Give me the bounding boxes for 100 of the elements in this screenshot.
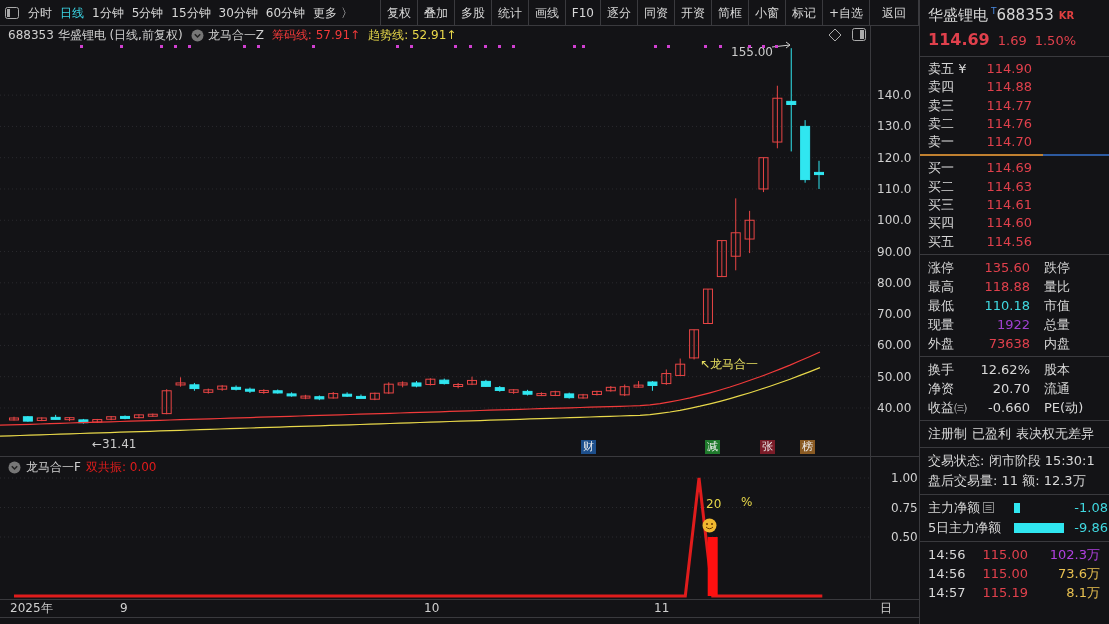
candle (397, 380, 408, 388)
indicator-value: 双共振: 0.00 (85, 459, 157, 476)
list-icon[interactable] (983, 502, 994, 514)
axis-label: 140.0 (877, 88, 912, 103)
dropdown-icon[interactable] (8, 461, 21, 474)
order-price: 114.88 (985, 78, 1032, 97)
indicator-name: 龙马合一Z (207, 26, 264, 44)
candle (133, 413, 144, 419)
panel-icon[interactable] (852, 28, 866, 41)
signal-bar (707, 537, 718, 596)
panel-toggle-icon[interactable] (5, 6, 19, 19)
order-price: 114.76 (985, 114, 1032, 133)
toolbar-button[interactable]: +自选 (821, 0, 869, 25)
stat-value: 1922 (995, 315, 1030, 334)
toolbar-button[interactable]: 小窗 (747, 0, 785, 25)
order-price: 114.61 (985, 196, 1032, 215)
candle (147, 413, 158, 418)
period-tab[interactable]: 日线 (56, 0, 88, 25)
axis-label: 0.50 (891, 530, 918, 544)
toolbar-button[interactable]: 叠加 (416, 0, 454, 25)
period-tab[interactable]: 60分钟 (261, 0, 310, 25)
stat-value: 135.60 (983, 258, 1030, 277)
toolbar-button[interactable]: 统计 (490, 0, 528, 25)
stat-label: 市值 (1044, 296, 1071, 315)
toolbar-button[interactable]: F10 (564, 0, 600, 25)
event-marker[interactable]: 张 (760, 440, 775, 454)
candle (772, 85, 783, 149)
stock-name: 华盛锂电 (928, 5, 988, 25)
price-label: ←31.41 (92, 437, 137, 451)
tick-time: 14:56 (928, 564, 964, 583)
stat-label: 股本 (1044, 360, 1071, 379)
stat-label: 现量 (928, 315, 955, 334)
candle (675, 358, 686, 377)
candle (536, 391, 547, 397)
axis-label: 110.0 (877, 181, 912, 196)
candle (744, 210, 755, 254)
more-menu[interactable]: 更多 〉 (309, 0, 357, 25)
toolbar-button[interactable]: 返回 (869, 0, 919, 25)
stat-label: 外盘 (928, 334, 955, 353)
period-tab[interactable]: 15分钟 (167, 0, 215, 25)
candle (439, 378, 450, 385)
candle (383, 381, 394, 395)
event-marker[interactable]: 减 (705, 440, 720, 454)
tick-time: 14:57 (928, 583, 964, 602)
period-tab[interactable]: 5分钟 (127, 0, 168, 25)
candle (258, 388, 269, 395)
dropdown-icon[interactable] (190, 28, 204, 42)
period-tab[interactable]: 1分钟 (88, 0, 128, 25)
stat-label: 流通 (1044, 379, 1071, 398)
toolbar-button[interactable]: 逐分 (599, 0, 637, 25)
toolbar-button[interactable]: 开资 (673, 0, 711, 25)
axis-label: 70.00 (877, 307, 912, 322)
axis-label: 日 (880, 601, 892, 616)
axis-label: 0.75 (891, 500, 918, 515)
toolbar-button[interactable]: 简框 (710, 0, 748, 25)
axis-label: 130.0 (877, 119, 912, 134)
period-tab[interactable]: 分时 (24, 0, 56, 25)
candle (702, 288, 713, 324)
toolbar-button[interactable]: 多股 (453, 0, 491, 25)
toolbar-button[interactable]: 画线 (527, 0, 565, 25)
tick-price: 115.00 (981, 545, 1028, 564)
order-label: 卖一 (928, 134, 954, 150)
order-label: 卖四 (928, 79, 954, 95)
tick-time: 14:56 (928, 545, 964, 564)
candle (814, 160, 824, 190)
arrow-icon (771, 41, 791, 49)
tick-price: 115.19 (981, 583, 1028, 602)
signal-label: ↖龙马合一 (700, 356, 759, 373)
status-text: 交易状态: 闭市阶段 15:30:1 (928, 451, 1096, 470)
candle (189, 382, 200, 392)
flow-value: -1.08 (1073, 498, 1108, 517)
flow-label: 5日主力净额 (928, 518, 1002, 537)
axis-label: 100.0 (877, 213, 912, 228)
price-percent: 1.50% (1034, 33, 1076, 48)
tick-price: 115.00 (981, 564, 1028, 583)
candle (36, 416, 47, 422)
event-marker[interactable]: 财 (581, 440, 596, 454)
candle (106, 415, 117, 421)
candle (633, 380, 644, 389)
tick-volume: 102.3万 (1048, 545, 1100, 564)
toolbar-button[interactable]: 同资 (636, 0, 674, 25)
stat-value: 118.88 (983, 277, 1030, 296)
candle (550, 390, 561, 397)
candle (286, 391, 297, 398)
diamond-icon[interactable] (828, 28, 842, 42)
axis-label: 10 (424, 601, 440, 616)
toolbar-button[interactable]: 复权 (379, 0, 417, 25)
period-tab[interactable]: 30分钟 (214, 0, 262, 25)
info-tag: 注册制 (928, 423, 967, 444)
candle (356, 394, 366, 399)
info-tag: 已盈利 (972, 423, 1011, 444)
toolbar-button[interactable]: 标记 (784, 0, 822, 25)
candle (92, 418, 103, 424)
chart-title: 688353 华盛锂电 (日线,前复权) (8, 26, 183, 44)
candle (591, 390, 602, 396)
order-price: 114.90 (985, 60, 1032, 78)
candle (78, 418, 89, 425)
event-marker[interactable]: 榜 (800, 440, 815, 454)
indicator-name: 龙马合一F (26, 459, 81, 476)
candle (231, 384, 242, 391)
